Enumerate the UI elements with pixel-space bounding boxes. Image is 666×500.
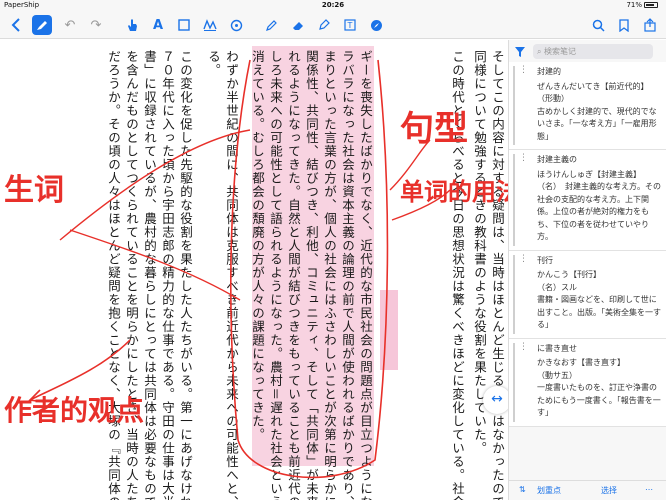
notes-sidebar: ⌕ 検索笔记 ⋮ 封建的 ぜんきんだいてき【前近代的】 （形動） 古めかしく封建… [508,40,666,500]
more-icon[interactable]: ⋮ [519,64,528,77]
highlight-button[interactable]: 划重点 [537,485,561,496]
status-bar: PaperShip 20:26 71% [0,0,666,11]
svg-text:T: T [347,21,353,30]
search-icon[interactable] [588,15,608,35]
compass-icon[interactable] [366,15,386,35]
filter-icon[interactable] [515,42,525,61]
annotation-kukei: 句型 [400,109,468,149]
note-item[interactable]: ⋮ 封建的 ぜんきんだいてき【前近代的】 （形動） 古めかしく封建的で、現代的で… [509,62,666,150]
undo-icon[interactable]: ↶ [60,15,80,35]
text-box-icon[interactable]: T [340,15,360,35]
sidebar-header: ⌕ 検索笔记 [509,40,666,62]
more-icon[interactable]: ⋮ [519,152,528,165]
text-color-icon[interactable]: A [148,15,168,35]
more-menu-icon[interactable]: ⋯ [645,485,653,494]
pen-icon[interactable] [32,15,52,35]
share-icon[interactable] [640,15,660,35]
rect-icon[interactable] [174,15,194,35]
highlighter-icon[interactable] [262,15,282,35]
hand-icon[interactable] [122,15,142,35]
annotation-tango: 单词的用法 [400,178,508,206]
resize-handle[interactable]: ↔ [483,386,511,414]
back-icon[interactable] [6,15,26,35]
sidebar-footer: ⇅ 划重点 选择 ⋯ [509,480,666,500]
clock: 20:26 [321,1,345,9]
battery-indicator: 71% [626,0,658,11]
more-icon[interactable]: ⋮ [519,253,528,266]
note-item[interactable]: ⋮ 刊行 かんこう【刊行】 （名）スル 書籍・図画などを、印刷して世に出すこと。… [509,250,666,339]
redo-icon[interactable]: ↷ [86,15,106,35]
select-button[interactable]: 选择 [601,485,617,496]
eraser-icon[interactable] [288,15,308,35]
search-icon: ⌕ [537,46,545,56]
annotation-sakusha: 作者的观点 [4,394,144,427]
stamp-icon[interactable] [226,15,246,35]
toolbar: ↶ ↷ A T [0,11,666,39]
battery-icon [644,2,658,8]
notes-list: ⋮ 封建的 ぜんきんだいてき【前近代的】 （形動） 古めかしく封建的で、現代的で… [509,62,666,482]
note-item[interactable]: ⋮ に書き直せ かきなおす【書き直す】 （動サ五） 一度書いたものを、訂正や浄書… [509,338,666,427]
marker-icon[interactable] [314,15,334,35]
marker-toggle-icon[interactable]: ⇅ [519,485,526,494]
signature-icon[interactable] [200,15,220,35]
handwriting-layer: 生词 句型 单词的用法 作者的观点 [4,59,508,479]
more-icon[interactable]: ⋮ [519,341,528,354]
notes-search-input[interactable]: ⌕ 検索笔记 [533,43,653,59]
bookmark-icon[interactable] [614,15,634,35]
note-item[interactable]: ⋮ 封建主義の ほうけんしゅぎ【封建主義】 （名） 封建主義的な考え方。その社会… [509,150,666,251]
annotation-seishi: 生词 [4,173,64,208]
document-page[interactable]: そしてこの内容に対する疑問は、当時はほとんど生じることはなかったのである。だから… [0,40,508,500]
